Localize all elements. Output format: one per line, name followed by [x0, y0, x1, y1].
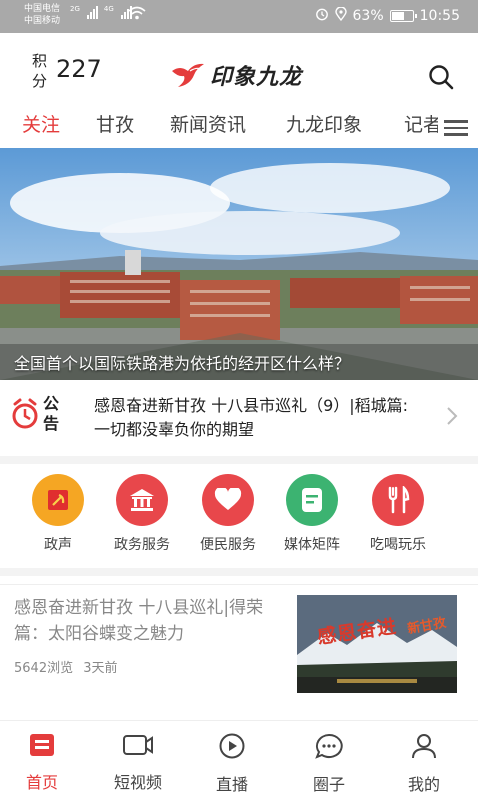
quick-chihe[interactable]: 吃喝玩乐: [353, 474, 443, 554]
nav-short-video[interactable]: 短视频: [98, 733, 178, 793]
battery-icon: [389, 10, 417, 22]
tab-guanzhu[interactable]: 关注: [22, 110, 60, 137]
nav-live-label: 直播: [215, 775, 248, 794]
status-bar: 中国电信 中国移动 2G 4G 63% 10:55: [0, 0, 478, 33]
notice-text: 感恩奋进新甘孜 十八县市巡礼（9）|稻城篇:一切都没辜负你的期望: [94, 396, 409, 439]
news-title: 感恩奋进新甘孜 十八县巡礼|得荣篇：太阳谷蝶变之魅力: [14, 598, 264, 644]
bottom-nav: 首页 短视频 直播 圈子 我的: [0, 720, 478, 797]
heart-icon: [202, 474, 254, 526]
quick-zhengsheng[interactable]: 政声: [13, 474, 103, 554]
nav-circle[interactable]: 圈子: [289, 733, 369, 795]
notice-label: 公告: [43, 394, 60, 433]
quick-chihe-label: 吃喝玩乐: [370, 537, 426, 553]
bird-logo-icon: [172, 63, 204, 87]
channel-tabs: 关注 甘孜 新闻资讯 九龙印象 记者: [0, 104, 478, 144]
nav-short-video-label: 短视频: [113, 773, 162, 792]
tab-ganzi[interactable]: 甘孜: [96, 110, 134, 137]
banner-carousel[interactable]: 全国首个以国际铁路港为依托的经开区什么样？: [0, 148, 478, 380]
tab-jiulong[interactable]: 九龙印象: [286, 110, 362, 137]
quick-zhengsheng-label: 政声: [44, 537, 72, 553]
user-icon: [412, 734, 436, 759]
search-icon[interactable]: [428, 64, 454, 94]
nav-mine-label: 我的: [407, 775, 440, 794]
notice-alarm-icon: 公告: [12, 394, 68, 438]
menu-icon[interactable]: [444, 120, 468, 140]
quick-links: 政声 政务服务 便民服务 媒体矩阵 吃喝玩乐: [0, 468, 478, 558]
party-emblem-icon: [32, 474, 84, 526]
carrier-labels: 中国电信 中国移动: [24, 3, 60, 27]
carrier-1: 中国电信: [24, 4, 61, 14]
banner-caption: 全国首个以国际铁路港为依托的经开区什么样？: [14, 354, 351, 373]
brand-logo: 印象九龙: [170, 59, 302, 91]
banner-image: [0, 148, 478, 380]
net-type-1: 2G: [70, 5, 80, 13]
news-time: 3天前: [83, 661, 118, 676]
chevron-right-icon[interactable]: [446, 406, 458, 430]
chat-bubble-icon: [315, 733, 343, 759]
alarm-icon: [315, 7, 329, 25]
nav-circle-label: 圈子: [312, 775, 345, 794]
tab-reporter[interactable]: 记者: [404, 110, 438, 137]
section-divider: [0, 568, 478, 576]
brand-name: 印象九龙: [210, 65, 303, 90]
government-building-icon: [116, 474, 168, 526]
quick-bianmin[interactable]: 便民服务: [183, 474, 273, 554]
wifi-icon: [128, 5, 146, 24]
news-meta: 5642浏览 3天前: [14, 657, 118, 676]
document-icon: [286, 474, 338, 526]
location-icon: [334, 6, 347, 25]
news-item[interactable]: 感恩奋进新甘孜 十八县巡礼|得荣篇：太阳谷蝶变之魅力 5642浏览 3天前 感恩…: [0, 584, 478, 704]
home-icon: [30, 734, 54, 756]
carrier-2: 中国移动: [24, 16, 61, 26]
nav-home-label: 首页: [25, 773, 58, 792]
notice-bar[interactable]: 公告 感恩奋进新甘孜 十八县市巡礼（9）|稻城篇:一切都没辜负你的期望: [0, 380, 478, 456]
battery-percent: 63%: [352, 8, 384, 24]
quick-zhengwu-label: 政务服务: [114, 537, 170, 553]
news-views: 5642浏览: [14, 661, 74, 676]
quick-meiti[interactable]: 媒体矩阵: [267, 474, 357, 554]
signal-icon: 2G 4G: [70, 5, 132, 19]
app-header: 积分 227 印象九龙: [0, 33, 478, 113]
news-thumbnail: 感恩奋进 新甘孜: [297, 595, 457, 693]
video-camera-icon: [123, 735, 153, 755]
quick-meiti-label: 媒体矩阵: [284, 537, 340, 553]
nav-home[interactable]: 首页: [2, 733, 82, 793]
tab-news[interactable]: 新闻资讯: [170, 110, 246, 137]
fork-knife-icon: [372, 474, 424, 526]
clock: 10:55: [419, 8, 460, 24]
nav-mine[interactable]: 我的: [384, 733, 464, 795]
quick-zhengwu[interactable]: 政务服务: [97, 474, 187, 554]
points-label: 积分: [32, 52, 48, 90]
quick-bianmin-label: 便民服务: [200, 537, 256, 553]
section-divider: [0, 456, 478, 464]
nav-live[interactable]: 直播: [192, 733, 272, 795]
points-value[interactable]: 227: [56, 55, 102, 83]
play-icon: [219, 733, 245, 759]
net-type-2: 4G: [103, 5, 114, 13]
